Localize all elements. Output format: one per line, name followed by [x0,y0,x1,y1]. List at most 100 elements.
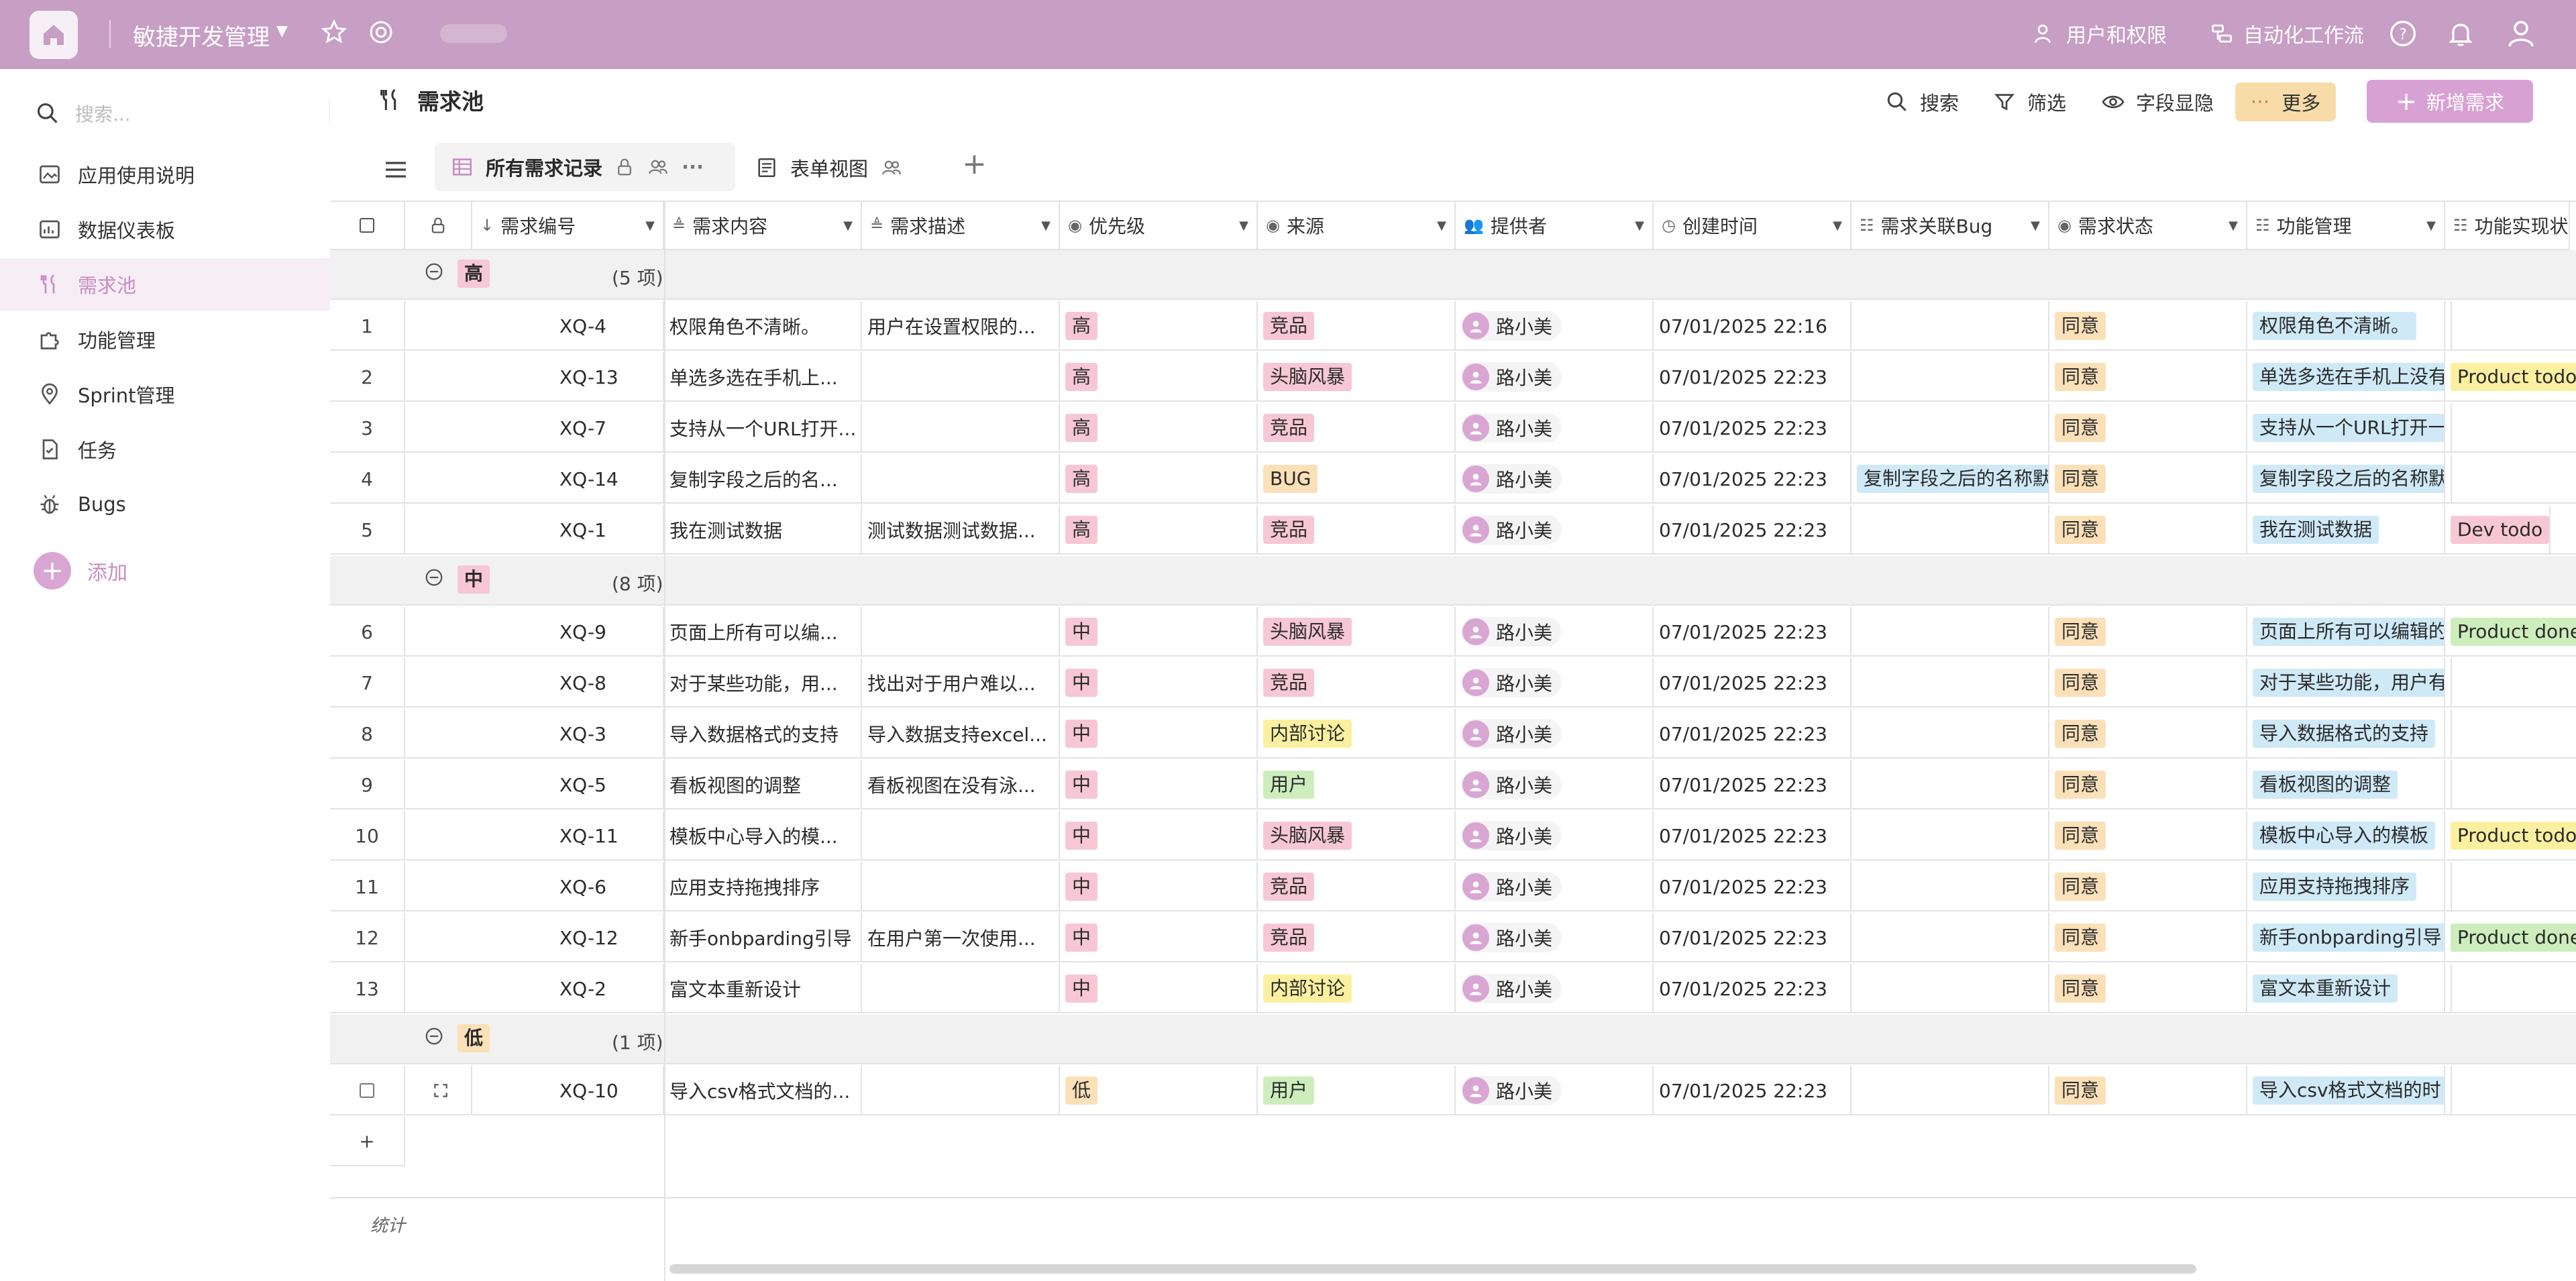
cell-source[interactable]: 头脑风暴 [1258,811,1456,860]
cell-feature[interactable]: 导入csv格式文档的时 [2247,1066,2445,1115]
caret-down-icon[interactable]: ▼ [1635,219,1644,233]
cell-provider[interactable]: 路小美 [1456,658,1654,708]
cell-source[interactable]: 竞品 [1258,301,1456,351]
cell-status[interactable]: 同意 [2049,607,2247,657]
cell-provider[interactable]: 路小美 [1456,1066,1654,1115]
cell-feature[interactable]: 我在测试数据 [2247,505,2445,555]
cell-id[interactable]: XQ-4 [472,301,664,351]
cell-content[interactable]: 富文本重新设计 [664,964,862,1013]
cell-content[interactable]: 对于某些功能，用... [664,658,862,708]
menu-icon[interactable] [382,156,409,183]
cell-bug[interactable] [1851,964,2049,1013]
caret-down-icon[interactable]: ▼ [1041,219,1051,233]
cell-priority[interactable]: 中 [1060,709,1258,759]
cell-priority[interactable]: 中 [1060,913,1258,962]
cell-impl[interactable] [2445,709,2452,759]
more-button[interactable]: ··· 更多 [2235,82,2336,121]
caret-down-icon[interactable]: ▼ [2031,219,2040,233]
cell-status[interactable]: 同意 [2049,760,2247,810]
cell-desc[interactable] [862,454,1060,504]
cell-desc[interactable] [862,352,1060,402]
field-visibility-button[interactable]: 字段显隐 [2101,88,2214,116]
cell-created[interactable]: 07/01/2025 22:23 [1654,760,1851,810]
cell-source[interactable]: 内部讨论 [1258,709,1456,759]
bell-icon[interactable] [2446,19,2475,48]
caret-down-icon[interactable]: ▼ [2229,219,2238,233]
cell-feature[interactable]: 富文本重新设计 [2247,964,2445,1013]
user-avatar-icon[interactable] [2505,17,2537,50]
cell-provider[interactable]: 路小美 [1456,760,1654,810]
cell-content[interactable]: 看板视图的调整 [664,760,862,810]
cell-provider[interactable]: 路小美 [1456,811,1654,860]
cell-content[interactable]: 支持从一个URL打开... [664,403,862,453]
star-icon[interactable] [321,19,347,46]
new-requirement-button[interactable]: + 新增需求 [2367,80,2533,123]
group-header-row[interactable] [330,250,2576,300]
collapse-group-icon[interactable] [424,262,444,286]
cell-feature[interactable]: 新手onbparding引导 [2247,913,2445,962]
cell-provider[interactable]: 路小美 [1456,913,1654,962]
sidebar-item-app-guide[interactable]: 应用使用说明 [0,148,330,201]
cell-feature[interactable]: 导入数据格式的支持 [2247,709,2445,759]
cell-priority[interactable]: 高 [1060,454,1258,504]
cell-source[interactable]: 竞品 [1258,505,1456,555]
cell-bug[interactable]: 复制字段之后的名称默 [1851,454,2049,504]
cell-desc[interactable]: 看板视图在没有泳... [862,760,1060,810]
cell-bug[interactable] [1851,811,2049,860]
cell-source[interactable]: BUG [1258,454,1456,504]
cell-status[interactable]: 同意 [2049,1066,2247,1115]
sidebar-item-features[interactable]: 功能管理 [0,313,330,366]
select-all-checkbox[interactable] [330,202,405,250]
cell-content[interactable]: 导入csv格式文档的... [664,1066,862,1115]
cell-created[interactable]: 07/01/2025 22:23 [1654,964,1851,1013]
cell-feature[interactable]: 页面上所有可以编辑的 [2247,607,2445,657]
cell-feature[interactable]: 支持从一个URL打开一 [2247,403,2445,453]
cell-desc[interactable] [862,1066,1060,1115]
cell-priority[interactable]: 高 [1060,505,1258,555]
cell-provider[interactable]: 路小美 [1456,403,1654,453]
cell-status[interactable]: 同意 [2049,454,2247,504]
search-input[interactable]: 搜索... [75,100,131,127]
expand-record-icon[interactable] [405,1066,472,1115]
cell-id[interactable]: XQ-6 [472,862,664,911]
cell-impl[interactable] [2445,658,2452,708]
app-name[interactable]: 敏捷开发管理 [133,19,270,52]
add-page-button[interactable]: + 添加 [34,552,127,590]
ellipsis-icon[interactable]: ··· [682,156,704,178]
cell-impl[interactable] [2445,454,2452,504]
filter-button[interactable]: 筛选 [1992,88,2066,116]
cell-priority[interactable]: 中 [1060,964,1258,1013]
cell-feature[interactable]: 权限角色不清晰。 [2247,301,2445,351]
cell-status[interactable]: 同意 [2049,964,2247,1013]
cell-source[interactable]: 头脑风暴 [1258,352,1456,402]
cell-desc[interactable] [862,862,1060,911]
cell-source[interactable]: 竞品 [1258,862,1456,911]
cell-priority[interactable]: 中 [1060,862,1258,911]
cell-provider[interactable]: 路小美 [1456,454,1654,504]
users-permissions-button[interactable]: 用户和权限 [2033,19,2167,48]
cell-feature[interactable]: 看板视图的调整 [2247,760,2445,810]
cell-bug[interactable] [1851,862,2049,911]
group-header-row[interactable] [330,1015,2576,1064]
cell-source[interactable]: 用户 [1258,760,1456,810]
cell-created[interactable]: 07/01/2025 22:23 [1654,505,1851,555]
cell-id[interactable]: XQ-9 [472,607,664,657]
column-header[interactable]: ◉ 需求状态 ▼ [2049,202,2247,250]
automation-button[interactable]: 自动化工作流 [2210,19,2364,48]
cell-created[interactable]: 07/01/2025 22:23 [1654,1066,1851,1115]
cell-source[interactable]: 头脑风暴 [1258,607,1456,657]
caret-down-icon[interactable]: ▼ [1833,219,1842,233]
collapse-group-icon[interactable] [424,1026,444,1051]
cell-status[interactable]: 同意 [2049,862,2247,911]
cell-created[interactable]: 07/01/2025 22:23 [1654,352,1851,402]
cell-content[interactable]: 权限角色不清晰。 [664,301,862,351]
caret-down-icon[interactable]: ▼ [843,219,853,233]
cell-priority[interactable]: 高 [1060,301,1258,351]
caret-down-icon[interactable]: ▼ [1437,219,1446,233]
column-header[interactable]: ◷ 创建时间 ▼ [1654,202,1851,250]
cell-source[interactable]: 竞品 [1258,403,1456,453]
cell-priority[interactable]: 低 [1060,1066,1258,1115]
sidebar-item-dashboard[interactable]: 数据仪表板 [0,203,330,256]
cell-impl[interactable]: Product todo [2445,352,2576,402]
add-view-button[interactable]: + [962,147,987,181]
